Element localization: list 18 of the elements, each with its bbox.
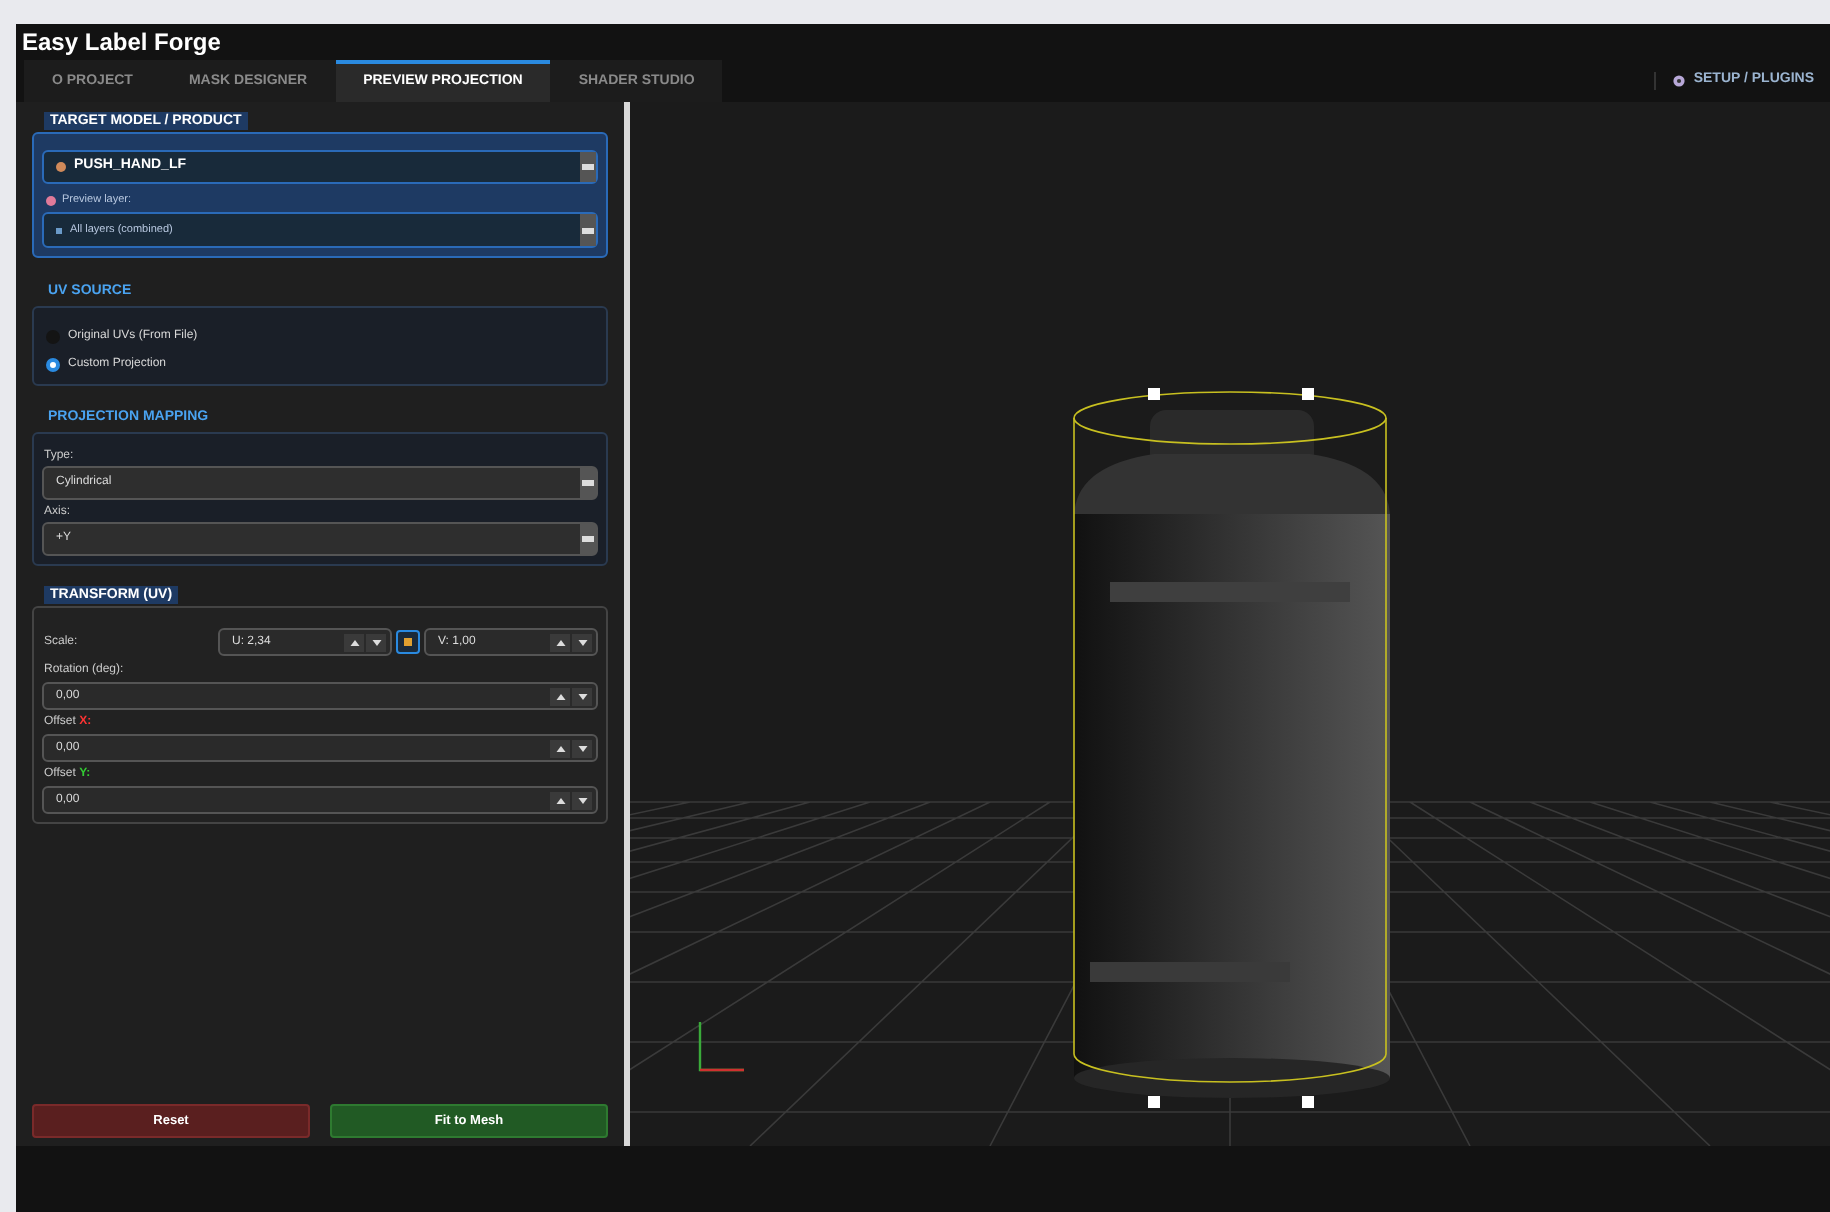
spin-up-icon[interactable] <box>550 687 570 706</box>
dropdown-icon <box>580 214 596 247</box>
settings-icon <box>1671 74 1686 88</box>
spin-up-icon[interactable] <box>550 739 570 758</box>
spin-down-icon[interactable] <box>572 687 592 706</box>
spin-down-icon[interactable] <box>572 739 592 758</box>
dropdown-icon <box>580 152 596 182</box>
window-title: Easy Label Forge <box>22 30 221 54</box>
spin-down-icon[interactable] <box>572 633 592 652</box>
spin-up-icon[interactable] <box>344 633 364 652</box>
dropdown-icon <box>580 468 596 499</box>
spin-up-icon[interactable] <box>550 633 570 652</box>
dropdown-icon <box>580 524 596 555</box>
radio-button[interactable] <box>46 358 60 373</box>
lock-toggle[interactable] <box>396 630 420 655</box>
spin-down-icon[interactable] <box>572 791 592 810</box>
spin-up-icon[interactable] <box>550 791 570 810</box>
spin-down-icon[interactable] <box>366 633 386 652</box>
